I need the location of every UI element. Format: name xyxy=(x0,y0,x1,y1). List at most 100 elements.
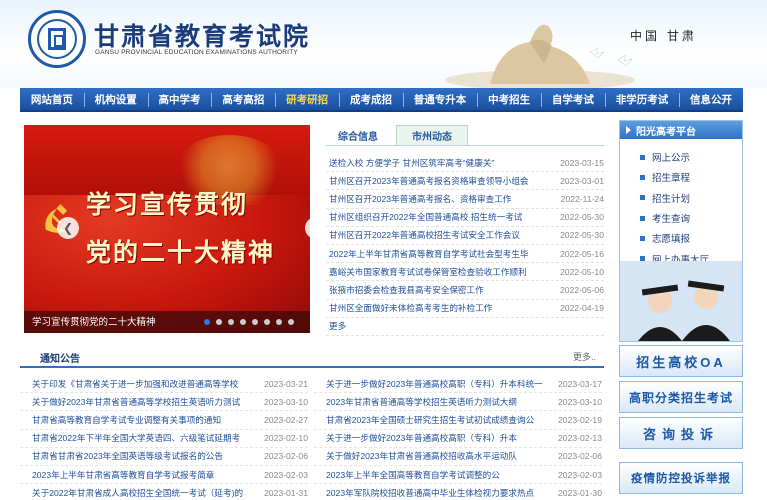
carousel-dot[interactable] xyxy=(252,319,258,325)
carousel-dots xyxy=(204,319,294,325)
notice-title: 通知公告 xyxy=(40,354,80,365)
recruitment-oa-button[interactable]: 招生高校OA xyxy=(619,345,743,377)
news-title[interactable]: 张掖市招委会检查我县高考安全保密工作 xyxy=(326,284,546,296)
notice-more-link[interactable]: 更多.. xyxy=(573,350,596,363)
list-item[interactable]: 关于做好2023年甘肃省普通高等学校招生英语听力测试 2023-03-10 xyxy=(20,393,308,412)
list-item[interactable]: 送检入校 方便学子 甘州区筑牢高考“健康关” 2023-03-15 xyxy=(326,154,604,173)
notice-item-date: 2023-01-31 xyxy=(264,487,308,498)
sunshine-item-plan[interactable]: 招生计划 xyxy=(640,188,742,208)
list-item[interactable]: 关于2022年甘肃省成人高校招生全国统一考试（延考)的 2023-01-31 xyxy=(20,484,308,500)
nav-disclosure[interactable]: 信息公开 xyxy=(679,88,743,110)
notice-item-title[interactable]: 2023年上半年全国高等教育自学考试调整的公 xyxy=(314,469,544,481)
list-item[interactable]: 张掖市招委会检查我县高考安全保密工作 2022-05-06 xyxy=(326,281,604,300)
notice-item-title[interactable]: 2023年上半年甘肃省高等教育自学考试报考简章 xyxy=(20,469,250,481)
notice-item-title[interactable]: 关于印发《甘肃省关于进一步加强和改进普通高等学校 xyxy=(20,378,250,390)
list-item[interactable]: 2023年上半年全国高等教育自学考试调整的公 2023-02-03 xyxy=(314,466,602,485)
carousel-dot[interactable] xyxy=(276,319,282,325)
notice-item-title[interactable]: 关于做好2023年甘肃省普通高等学校招生英语听力测试 xyxy=(20,396,250,408)
notice-item-title[interactable]: 关于进一步做好2023年普通高校高职（专科）升本科统一 xyxy=(314,378,544,390)
list-item[interactable]: 甘肃省高等教育自学考试专业调整有关事项的通知 2023-02-27 xyxy=(20,411,308,430)
sunshine-item-public[interactable]: 网上公示 xyxy=(640,147,742,167)
nav-highschool-exam[interactable]: 高中学考 xyxy=(147,88,212,110)
carousel-next-button[interactable]: ❯ xyxy=(305,217,310,239)
nav-adult-exam[interactable]: 成考成招 xyxy=(339,88,403,110)
notice-item-title[interactable]: 甘肃省甘肃省2023年全国英语等级考试报名的公告 xyxy=(20,450,250,462)
news-date: 2022-05-30 xyxy=(560,212,604,223)
nav-self-study[interactable]: 自学考试 xyxy=(541,88,605,110)
news-title[interactable]: 甘州区召开2023年普通高考报名资格审查领导小组会 xyxy=(326,175,546,187)
notice-item-title[interactable]: 2023年军队院校招收普通高中毕业生体检视力要求热点 xyxy=(314,487,544,499)
news-title[interactable]: 甘州区召开2023年普通高考报名、资格审查工作 xyxy=(326,193,546,205)
sunshine-item-query[interactable]: 考生查询 xyxy=(640,208,742,228)
list-item[interactable]: 2023年上半年甘肃省高等教育自学考试报考简章 2023-02-03 xyxy=(20,466,308,485)
notice-item-title[interactable]: 关于进一步做好2023年普通高校高职（专科）升本 xyxy=(314,432,544,444)
notice-list-left: 关于印发《甘肃省关于进一步加强和改进普通高等学校 2023-03-21 关于做好2… xyxy=(20,375,308,500)
epidemic-report-button[interactable]: 疫情防控投诉举报 xyxy=(619,462,743,494)
list-item[interactable]: 关于做好2023年甘肃省普通高校招收高水平运动队 2023-02-06 xyxy=(314,448,602,466)
nav-org[interactable]: 机构设置 xyxy=(83,88,148,110)
notice-item-title[interactable]: 关于2022年甘肃省成人高校招生全国统一考试（延考)的 xyxy=(20,487,250,499)
consult-complaint-button[interactable]: 咨询投诉 xyxy=(619,417,743,449)
list-item[interactable]: 2023年军队院校招收普通高中毕业生体检视力要求热点 2023-01-30 xyxy=(314,484,602,500)
list-item[interactable]: 嘉峪关市国家教育考试试卷保管室检查验收工作顺利 2022-05-10 xyxy=(326,263,604,282)
tab-general-info[interactable]: 综合信息 xyxy=(330,125,386,145)
list-item[interactable]: 甘州区召开2022年普通高校招生考试安全工作会议 2022-05-30 xyxy=(326,227,604,245)
nav-zhongkao[interactable]: 中考招生 xyxy=(477,88,541,110)
graduates-photo xyxy=(620,261,742,341)
list-item[interactable]: 甘州区召开2023年普通高考报名资格审查领导小组会 2023-03-01 xyxy=(326,172,604,191)
nav-home[interactable]: 网站首页 xyxy=(20,88,84,110)
news-title[interactable]: 甘州区召开2022年普通高校招生考试安全工作会议 xyxy=(326,229,546,241)
sunshine-item-application[interactable]: 志愿填报 xyxy=(640,228,742,248)
news-title[interactable]: 甘州区组织召开2022年全国普通高校 招生统一考试 xyxy=(326,211,546,223)
tab-city-news[interactable]: 市州动态 xyxy=(396,125,468,145)
notice-item-title[interactable]: 甘肃省2022年下半年全国大学英语四、六级笔试延期考 xyxy=(20,432,250,444)
list-item[interactable]: 甘州区召开2023年普通高考报名、资格审查工作 2022-11-24 xyxy=(326,190,604,209)
statue-illustration xyxy=(445,24,635,88)
banner-slogan-line2: 党的二十大精神 xyxy=(86,238,276,267)
bullet-icon xyxy=(640,235,645,241)
carousel-dot[interactable] xyxy=(264,319,270,325)
site-header: 甘肃省教育考试院 GANSU PROVINCIAL EDUCATION EXAM… xyxy=(0,0,767,88)
notice-item-title[interactable]: 关于做好2023年甘肃省普通高校招收高水平运动队 xyxy=(314,450,544,462)
list-item[interactable]: 更多 xyxy=(326,318,604,336)
list-item[interactable]: 2022年上半年甘肃省高等教育自学考试社会型考生毕 2022-05-16 xyxy=(326,245,604,264)
notice-list-right: 关于进一步做好2023年普通高校高职（专科）升本科统一 2023-03-17 20… xyxy=(314,375,602,500)
notice-item-date: 2023-02-03 xyxy=(264,469,308,480)
list-item[interactable]: 甘州区组织召开2022年全国普通高校 招生统一考试 2022-05-30 xyxy=(326,209,604,227)
news-title[interactable]: 甘州区全面做好未体检高考考生的补检工作 xyxy=(326,302,546,314)
nav-non-degree[interactable]: 非学历考试 xyxy=(604,88,679,110)
banner-caption[interactable]: 学习宣传贯彻党的二十大精神 xyxy=(32,314,156,328)
list-item[interactable]: 关于印发《甘肃省关于进一步加强和改进普通高等学校 2023-03-21 xyxy=(20,375,308,394)
news-title[interactable]: 嘉峪关市国家教育考试试卷保管室检查验收工作顺利 xyxy=(326,266,546,278)
list-item[interactable]: 甘肃省2023年全国硕士研究生招生考试初试成绩查询公 2023-02-19 xyxy=(314,411,602,430)
list-item[interactable]: 关于进一步做好2023年普通高校高职（专科）升本 2023-02-13 xyxy=(314,430,602,448)
notice-item-title[interactable]: 甘肃省2023年全国硕士研究生招生考试初试成绩查询公 xyxy=(314,414,544,426)
carousel-prev-button[interactable]: ❮ xyxy=(57,217,79,239)
news-title[interactable]: 2022年上半年甘肃省高等教育自学考试社会型考生毕 xyxy=(326,248,546,260)
chevron-left-icon: ❮ xyxy=(62,221,74,235)
vocational-admission-button[interactable]: 高职分类招生考试 xyxy=(619,381,743,413)
notice-item-title[interactable]: 甘肃省高等教育自学考试专业调整有关事项的通知 xyxy=(20,414,250,426)
carousel-dot[interactable] xyxy=(240,319,246,325)
nav-gaokao[interactable]: 高考高招 xyxy=(211,88,275,110)
carousel-dot[interactable] xyxy=(288,319,294,325)
list-item[interactable]: 甘肃省2022年下半年全国大学英语四、六级笔试延期考 2023-02-10 xyxy=(20,430,308,448)
nav-graduate-exam[interactable]: 研考研招 xyxy=(275,88,339,110)
banner-slogan: 学习宣传贯彻 党的二十大精神 xyxy=(86,181,275,277)
list-item[interactable]: 2023年甘肃省普通高等学校招生英语听力测试大纲 2023-03-10 xyxy=(314,393,602,412)
banner-carousel[interactable]: 学习宣传贯彻 党的二十大精神 ❮ ❯ 学习宣传贯彻党的二十大精神 xyxy=(24,125,310,333)
news-title[interactable]: 送检入校 方便学子 甘州区筑牢高考“健康关” xyxy=(326,157,546,169)
banner-slogan-line1: 学习宣传贯彻 xyxy=(86,190,249,219)
carousel-dot[interactable] xyxy=(216,319,222,325)
nav-upgrade[interactable]: 普通专升本 xyxy=(402,88,477,110)
list-item[interactable]: 关于进一步做好2023年普通高校高职（专科）升本科统一 2023-03-17 xyxy=(314,375,602,394)
notice-item-title[interactable]: 2023年甘肃省普通高等学校招生英语听力测试大纲 xyxy=(314,396,544,408)
news-more-link[interactable]: 更多 xyxy=(326,320,546,332)
carousel-dot[interactable] xyxy=(204,319,210,325)
carousel-dot[interactable] xyxy=(228,319,234,325)
sunshine-list: 网上公示 招生章程 招生计划 考生查询 志愿填报 网上办事大厅 xyxy=(620,139,742,269)
sunshine-item-charter[interactable]: 招生章程 xyxy=(640,167,742,187)
list-item[interactable]: 甘州区全面做好未体检高考考生的补检工作 2022-04-19 xyxy=(326,300,604,318)
list-item[interactable]: 甘肃省甘肃省2023年全国英语等级考试报名的公告 2023-02-06 xyxy=(20,448,308,466)
site-logo[interactable] xyxy=(28,10,86,68)
